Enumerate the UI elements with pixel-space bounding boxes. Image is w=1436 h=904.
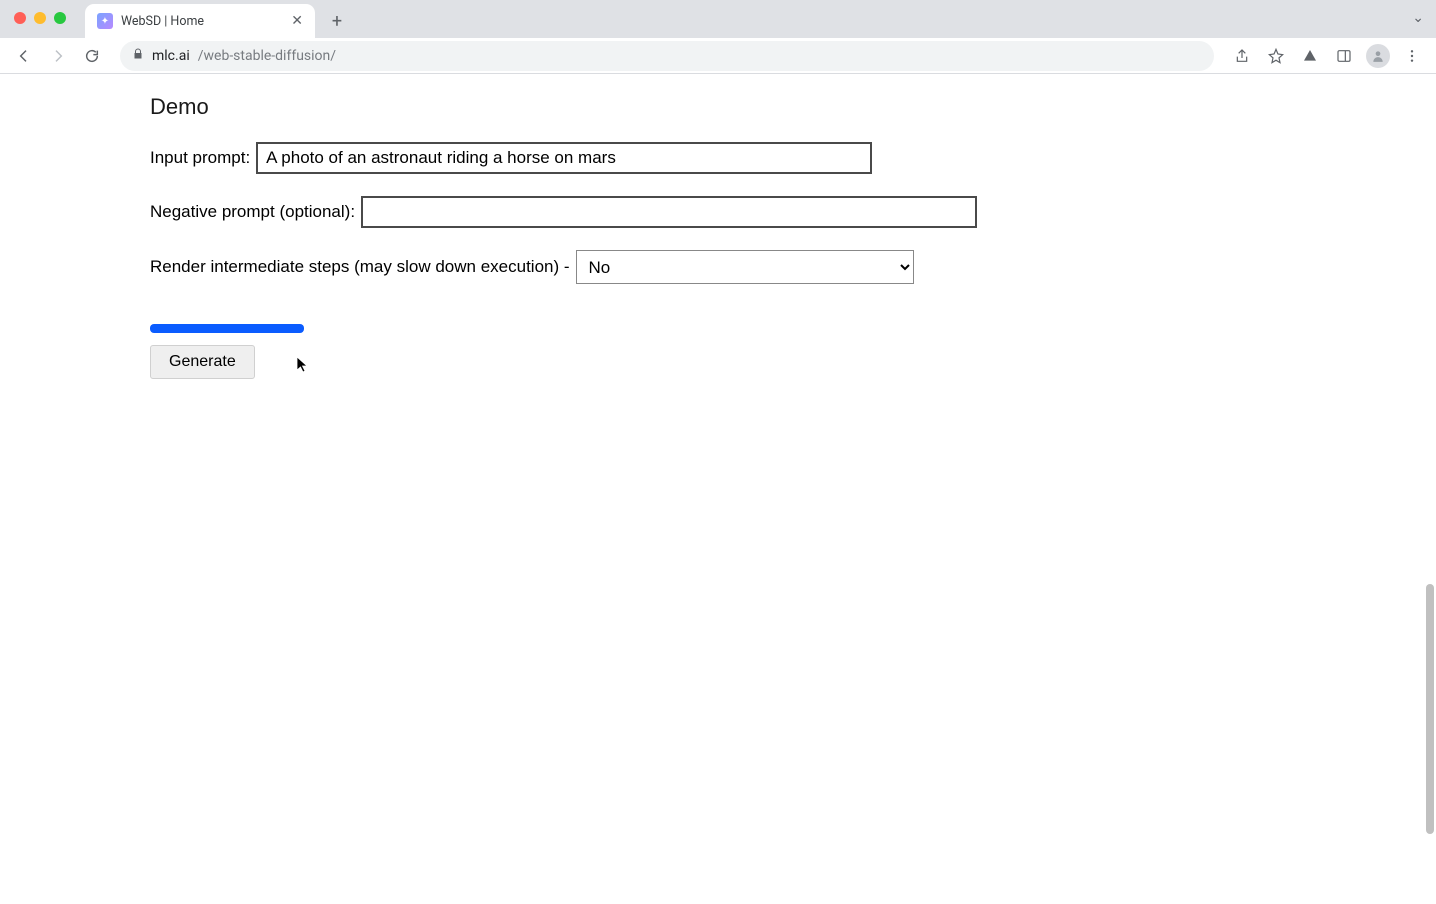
window-maximize-icon[interactable] [54,12,66,24]
input-prompt-label: Input prompt: [150,148,250,168]
progress-bar [150,324,304,333]
address-bar[interactable]: mlc.ai/web-stable-diffusion/ [120,41,1214,71]
window-close-icon[interactable] [14,12,26,24]
tabs-menu-icon[interactable]: ⌄ [1412,10,1424,26]
scrollbar-thumb[interactable] [1426,584,1434,834]
window-controls [14,12,66,24]
profile-avatar[interactable] [1364,42,1392,70]
generate-button[interactable]: Generate [150,345,255,379]
back-button[interactable] [10,42,38,70]
tab-title: WebSD | Home [121,14,204,29]
tab-favicon-icon: ✦ [97,13,113,29]
reload-button[interactable] [78,42,106,70]
extensions-icon[interactable] [1296,42,1324,70]
input-prompt-field[interactable] [256,142,872,174]
lock-icon [132,48,144,63]
url-path: /web-stable-diffusion/ [198,48,336,64]
url-host: mlc.ai [152,48,190,64]
bookmark-icon[interactable] [1262,42,1290,70]
window-minimize-icon[interactable] [34,12,46,24]
new-tab-button[interactable]: + [323,7,351,35]
browser-tab[interactable]: ✦ WebSD | Home ✕ [85,4,315,38]
negative-prompt-label: Negative prompt (optional): [150,202,355,222]
browser-menu-icon[interactable] [1398,42,1426,70]
close-tab-icon[interactable]: ✕ [291,13,303,29]
negative-prompt-field[interactable] [361,196,977,228]
side-panel-icon[interactable] [1330,42,1358,70]
share-icon[interactable] [1228,42,1256,70]
render-steps-label: Render intermediate steps (may slow down… [150,257,570,277]
page-title: Demo [150,94,1436,120]
render-steps-select[interactable]: No Yes [576,250,914,284]
forward-button[interactable] [44,42,72,70]
